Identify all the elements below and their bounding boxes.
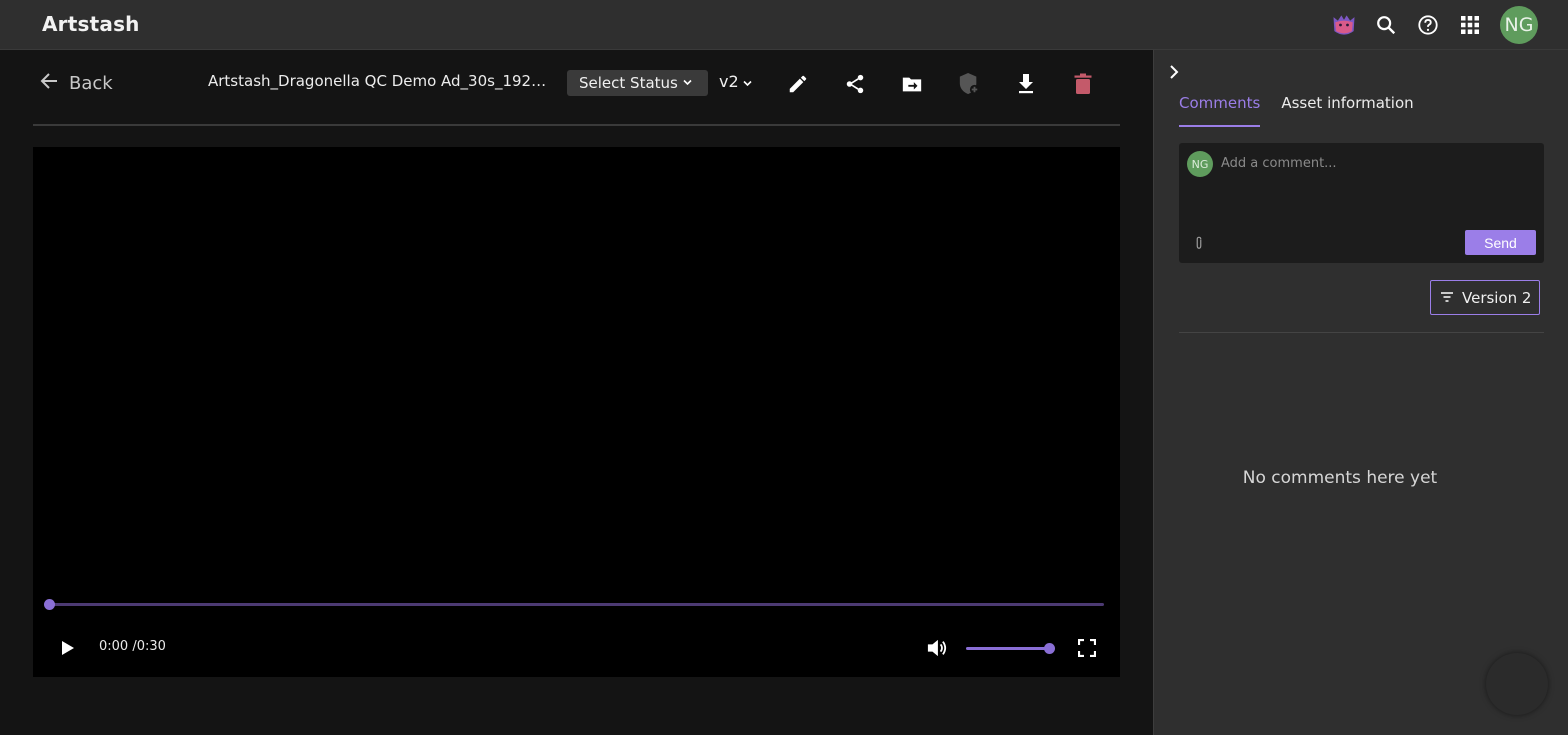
status-dropdown[interactable]: Select Status [567, 70, 708, 96]
brand-logo-text[interactable]: Artstash [42, 12, 140, 36]
send-button[interactable]: Send [1465, 230, 1536, 255]
play-icon[interactable] [57, 637, 79, 659]
top-bar: Artstash NG [0, 0, 1568, 50]
asset-toolbar: Back Artstash_Dragonella QC Demo Ad_30s_… [33, 50, 1120, 126]
tab-comments[interactable]: Comments [1179, 94, 1261, 127]
chevron-down-icon [683, 78, 692, 89]
empty-comments-message: No comments here yet [1242, 468, 1438, 488]
volume-icon[interactable] [925, 636, 949, 660]
comment-input[interactable] [1221, 153, 1531, 173]
back-button[interactable]: Back [39, 70, 113, 96]
asset-title: Artstash_Dragonella QC Demo Ad_30s_1920x… [208, 72, 553, 90]
version-filter-label: Version 2 [1462, 288, 1532, 307]
delete-icon[interactable] [1070, 71, 1096, 97]
volume-slider[interactable] [966, 647, 1050, 650]
time-display: 0:00 /0:30 [99, 639, 166, 654]
avatar: NG [1187, 151, 1213, 177]
panel-tabs: Comments Asset information [1179, 94, 1414, 127]
fullscreen-icon[interactable] [1075, 636, 1099, 660]
seek-bar[interactable] [49, 603, 1104, 606]
volume-handle[interactable] [1044, 643, 1055, 654]
user-avatar[interactable]: NG [1500, 6, 1538, 44]
filter-icon [1440, 289, 1454, 307]
edit-icon[interactable] [785, 71, 811, 97]
paperclip-icon[interactable] [1191, 235, 1207, 251]
apps-grid-icon[interactable] [1456, 11, 1484, 39]
chat-launcher-button[interactable] [1486, 653, 1548, 715]
status-label: Select Status [579, 74, 678, 92]
top-icons: NG [1330, 6, 1538, 44]
chevron-down-icon [743, 72, 752, 91]
main-area: Back Artstash_Dragonella QC Demo Ad_30s_… [0, 50, 1153, 735]
comment-composer: NG Send [1179, 143, 1544, 263]
help-icon[interactable] [1414, 11, 1442, 39]
arrow-left-icon [39, 71, 59, 96]
tab-asset-information[interactable]: Asset information [1281, 94, 1413, 127]
share-icon[interactable] [842, 71, 868, 97]
video-player[interactable]: 0:00 /0:30 [33, 147, 1120, 677]
version-dropdown[interactable]: v2 [719, 72, 752, 91]
shield-add-icon[interactable] [956, 71, 982, 97]
back-label: Back [69, 72, 113, 94]
version-label: v2 [719, 72, 739, 91]
version-filter-button[interactable]: Version 2 [1430, 280, 1540, 315]
download-icon[interactable] [1013, 71, 1039, 97]
seek-handle[interactable] [44, 599, 55, 610]
comments-panel: Comments Asset information NG Send Versi… [1153, 50, 1568, 735]
search-icon[interactable] [1372, 11, 1400, 39]
monster-mascot-icon[interactable] [1330, 11, 1358, 39]
chevron-right-icon[interactable] [1162, 60, 1186, 84]
divider [1179, 332, 1544, 333]
move-to-folder-icon[interactable] [899, 71, 925, 97]
